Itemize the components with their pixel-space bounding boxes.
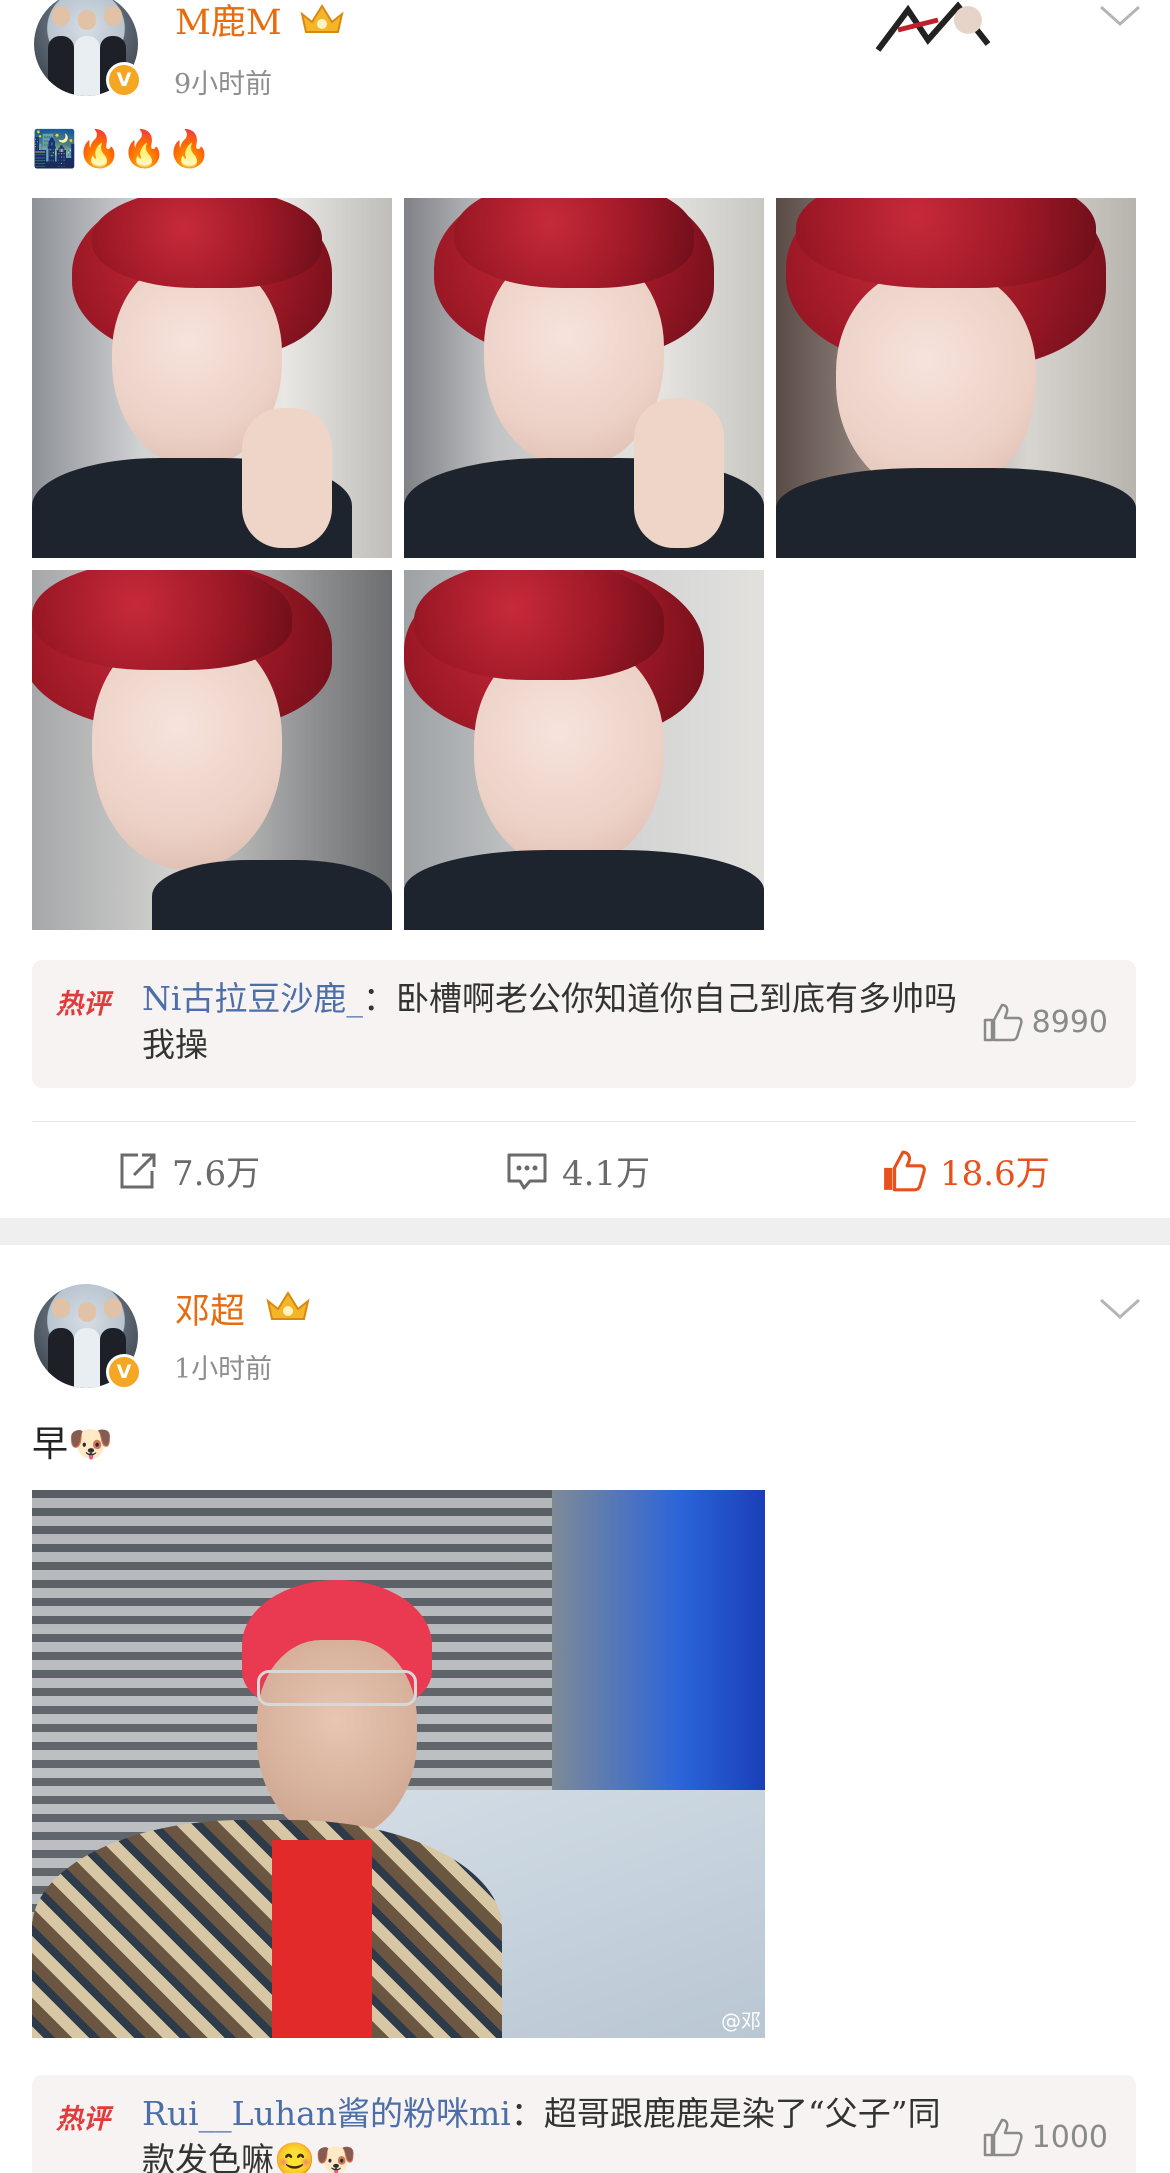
post-image-3[interactable] xyxy=(776,198,1136,558)
hot-comment-separator: ： xyxy=(362,979,396,1018)
hot-comment-separator: ： xyxy=(510,2094,544,2133)
hot-comment-like[interactable]: 1000 xyxy=(982,2117,1108,2157)
post-image-4[interactable] xyxy=(32,570,392,930)
crown-badge-icon xyxy=(266,1291,310,1320)
chevron-down-icon[interactable] xyxy=(1098,1297,1142,1321)
post-timestamp: 1小时前 xyxy=(174,1354,273,1385)
hot-comment-user[interactable]: Rui__Luhan酱的粉咪mi xyxy=(142,2094,511,2133)
like-count: 18.6万 xyxy=(940,1154,1050,1194)
chevron-down-icon[interactable] xyxy=(1098,4,1142,28)
hot-comment-tag: 热评 xyxy=(56,989,110,1020)
thumbs-up-icon xyxy=(983,1003,1023,1042)
hot-comment-tag: 热评 xyxy=(56,2104,110,2135)
post-text: 早🐶 xyxy=(32,1424,113,1465)
like-button[interactable]: 18.6万 xyxy=(882,1146,1050,1195)
divider xyxy=(32,1121,1136,1122)
thumbs-up-icon xyxy=(983,2118,1023,2157)
username[interactable]: 邓超 xyxy=(175,1283,245,1334)
comment-count: 4.1万 xyxy=(562,1154,651,1194)
decoration-card-image xyxy=(875,1,991,52)
post-separator xyxy=(0,1218,1170,1245)
post-image-1[interactable] xyxy=(32,198,392,558)
hot-comment-like-count: 8990 xyxy=(1031,1004,1108,1040)
post-image-5[interactable] xyxy=(404,570,764,930)
share-icon xyxy=(120,1153,156,1188)
feed-post: V M鹿M 9小时前 🌃🔥🔥🔥 热评 Ni古拉豆沙鹿_：卧槽啊老公你知道你自己到… xyxy=(0,0,1170,1218)
hot-comment[interactable]: 热评 Ni古拉豆沙鹿_：卧槽啊老公你知道你自己到底有多帅吗我操 8990 xyxy=(32,960,1136,1088)
post-image-2[interactable] xyxy=(404,198,764,558)
hot-comment[interactable]: 热评 Rui__Luhan酱的粉咪mi：超哥跟鹿鹿是染了“父子”同款发色嘛😊🐶 … xyxy=(32,2075,1136,2173)
hot-comment-user[interactable]: Ni古拉豆沙鹿_ xyxy=(142,979,363,1018)
crown-badge-icon xyxy=(300,4,344,33)
comment-button[interactable]: 4.1万 xyxy=(506,1146,650,1195)
thumbs-up-filled-icon xyxy=(884,1150,926,1191)
verified-badge-icon: V xyxy=(106,62,142,98)
post-timestamp: 9小时前 xyxy=(174,69,273,100)
hot-comment-like[interactable]: 8990 xyxy=(982,1002,1108,1042)
hot-comment-content: Ni古拉豆沙鹿_：卧槽啊老公你知道你自己到底有多帅吗我操 xyxy=(142,976,962,1068)
repost-button[interactable]: 7.6万 xyxy=(116,1146,260,1195)
post-image[interactable]: @邓 xyxy=(32,1490,765,2038)
repost-count: 7.6万 xyxy=(172,1154,261,1194)
feed-post: V 邓超 1小时前 早🐶 @邓 热评 Rui__Luhan酱的粉咪mi：超哥跟鹿… xyxy=(0,1245,1170,2173)
username[interactable]: M鹿M xyxy=(175,0,282,45)
hot-comment-like-count: 1000 xyxy=(1031,2119,1108,2155)
verified-badge-icon: V xyxy=(106,1354,142,1390)
image-watermark: @邓 xyxy=(721,2009,761,2033)
comment-icon xyxy=(507,1153,547,1189)
post-text: 🌃🔥🔥🔥 xyxy=(32,129,212,170)
hot-comment-content: Rui__Luhan酱的粉咪mi：超哥跟鹿鹿是染了“父子”同款发色嘛😊🐶 xyxy=(142,2091,962,2173)
